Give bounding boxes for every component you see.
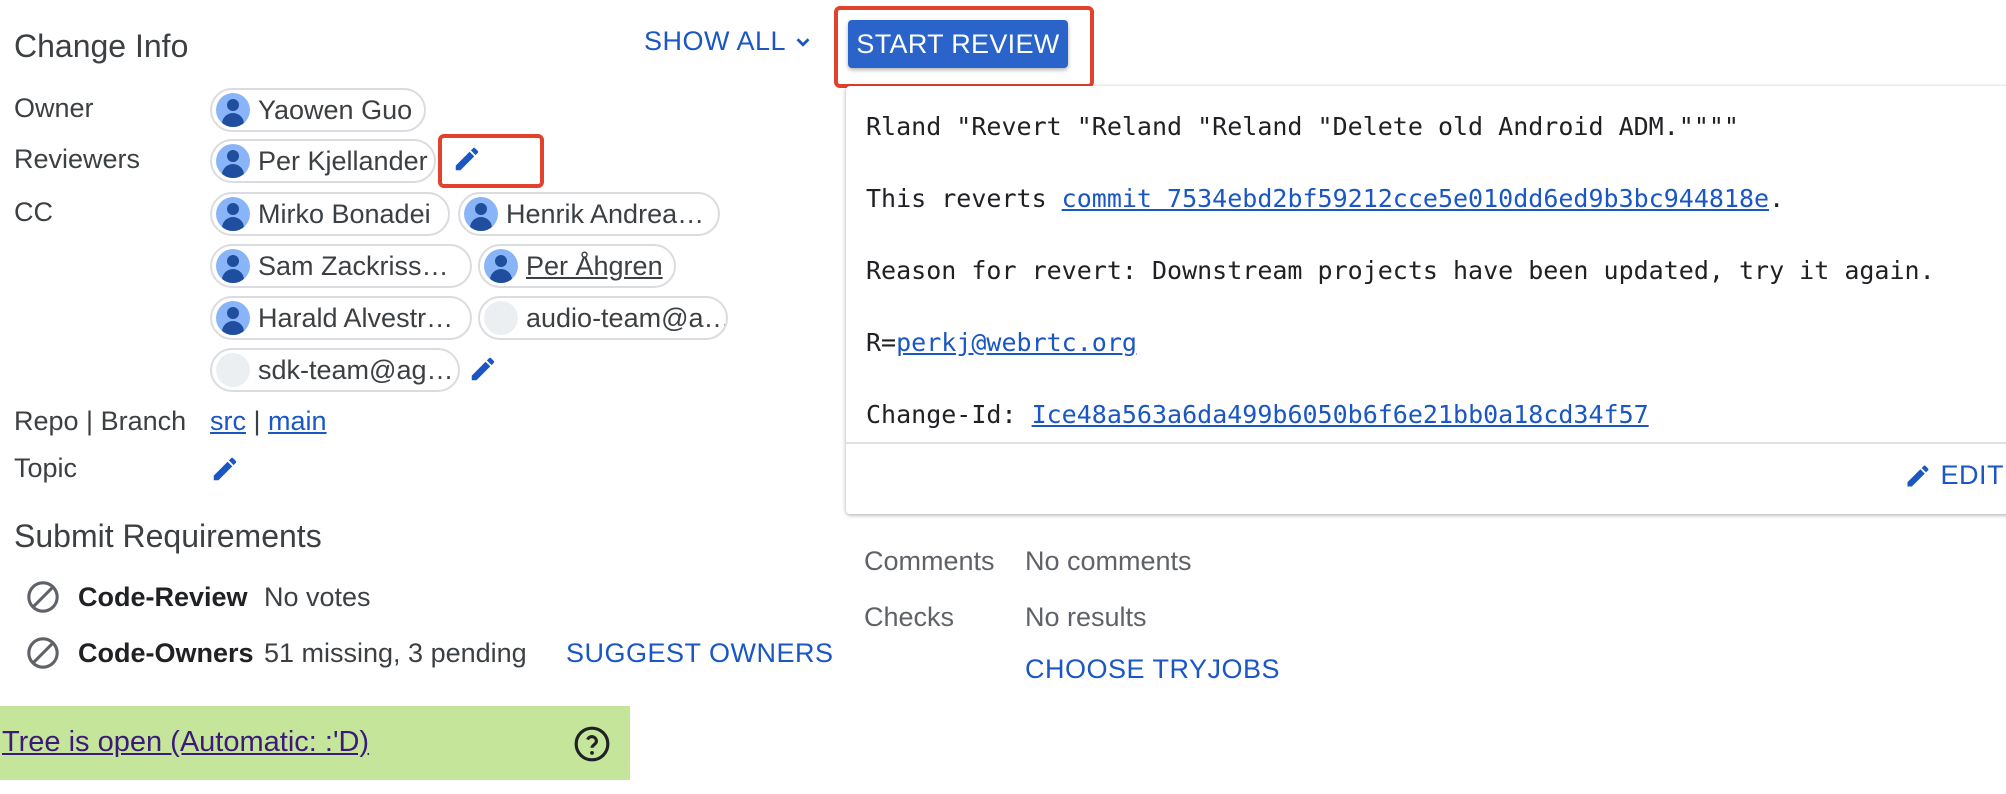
cc-label: CC (14, 197, 53, 227)
tree-status-banner: Tree is open (Automatic: :'D) (0, 706, 630, 780)
choose-tryjobs-button[interactable]: CHOOSE TRYJOBS (1025, 654, 1280, 685)
blocked-icon (27, 581, 59, 613)
show-all-button[interactable]: SHOW ALL (644, 26, 814, 57)
avatar (464, 197, 498, 231)
reverts-commit-link[interactable]: commit 7534ebd2bf59212cce5e010dd6ed9b3bc… (1062, 184, 1769, 213)
submit-requirements-title: Submit Requirements (14, 518, 322, 554)
suggest-owners-button[interactable]: SUGGEST OWNERS (566, 638, 834, 669)
commit-message-body: Rland "Revert "Reland "Reland "Delete ol… (846, 86, 2006, 444)
edit-topic-pencil-icon[interactable] (210, 454, 240, 484)
branch-link[interactable]: main (268, 406, 327, 436)
edit-reviewers-pencil-icon[interactable] (452, 144, 482, 174)
avatar (216, 301, 250, 335)
cc-name: Per Åhgren (526, 250, 663, 281)
change-id-prefix: Change-Id: (866, 400, 1032, 429)
cc-chip[interactable]: Per Åhgren (478, 244, 676, 288)
cc-chip[interactable]: Mirko Bonadei (210, 192, 450, 236)
cc-chip[interactable]: Harald Alvestr… (210, 296, 472, 340)
cc-name: Sam Zackriss… (258, 250, 449, 281)
avatar (216, 353, 250, 387)
cc-name: Henrik Andrea… (506, 198, 705, 229)
cc-name: audio-team@a… (526, 302, 728, 333)
show-all-label: SHOW ALL (644, 26, 787, 56)
reviewer-chip[interactable]: Per Kjellander (210, 139, 436, 183)
avatar (484, 301, 518, 335)
reviewer-name: Per Kjellander (258, 145, 428, 176)
requirement-status: 51 missing, 3 pending (264, 638, 527, 668)
help-icon[interactable] (573, 725, 611, 763)
repo-branch-label: Repo | Branch (14, 406, 187, 436)
owner-name: Yaowen Guo (258, 94, 413, 125)
revert-reason: Reason for revert: Downstream projects h… (866, 256, 1935, 285)
repo-link[interactable]: src (210, 406, 246, 436)
cc-chip[interactable]: audio-team@a… (478, 296, 728, 340)
cc-chip[interactable]: Sam Zackriss… (210, 244, 472, 288)
commit-reverts-line: This reverts commit 7534ebd2bf59212cce5e… (866, 184, 1784, 213)
commit-message-card: Rland "Revert "Reland "Reland "Delete ol… (846, 86, 2006, 514)
change-info-title: Change Info (14, 28, 189, 64)
requirement-name[interactable]: Code-Review (78, 582, 248, 613)
tree-status-link[interactable]: Tree is open (Automatic: :'D) (2, 726, 369, 759)
chevron-down-icon (796, 37, 810, 47)
repo-branch-separator: | (253, 406, 261, 436)
avatar (216, 197, 250, 231)
edit-cc-pencil-icon[interactable] (468, 354, 498, 384)
checks-value: No results (1025, 602, 1147, 632)
reverts-prefix: This reverts (866, 184, 1062, 213)
cc-name: sdk-team@ag… (258, 354, 454, 385)
repo-branch-value: src | main (210, 406, 327, 437)
reviewers-label: Reviewers (14, 144, 141, 174)
change-id-link[interactable]: Ice48a563a6da499b6050b6f6e21bb0a18cd34f5… (1032, 400, 1649, 429)
pencil-icon (1907, 464, 1929, 486)
comments-value: No comments (1025, 546, 1192, 576)
cc-chip[interactable]: sdk-team@ag… (210, 348, 460, 392)
edit-commit-message-button[interactable]: EDIT (1904, 460, 2004, 491)
cc-name: Harald Alvestr… (258, 302, 454, 333)
owner-chip[interactable]: Yaowen Guo (210, 88, 426, 132)
comments-label: Comments (864, 546, 995, 576)
reviewer-line: R=perkj@webrtc.org (866, 328, 1137, 357)
reviewer-email-link[interactable]: perkj@webrtc.org (896, 328, 1137, 357)
commit-subject: Rland "Revert "Reland "Reland "Delete ol… (866, 112, 1739, 141)
owner-label: Owner (14, 93, 94, 123)
checks-label: Checks (864, 602, 955, 632)
cc-chip[interactable]: Henrik Andrea… (458, 192, 720, 236)
r-prefix: R= (866, 328, 897, 357)
avatar (484, 249, 518, 283)
avatar (216, 93, 250, 127)
start-review-button[interactable]: START REVIEW (848, 20, 1068, 68)
reverts-suffix: . (1769, 184, 1785, 213)
requirement-name[interactable]: Code-Owners (78, 638, 254, 669)
cc-name: Mirko Bonadei (258, 198, 431, 229)
topic-label: Topic (14, 453, 78, 483)
requirement-status: No votes (264, 582, 371, 612)
change-id-line: Change-Id: Ice48a563a6da499b6050b6f6e21b… (866, 400, 1649, 429)
avatar (216, 249, 250, 283)
blocked-icon (27, 637, 59, 669)
avatar (216, 144, 250, 178)
edit-label: EDIT (1940, 460, 2004, 490)
